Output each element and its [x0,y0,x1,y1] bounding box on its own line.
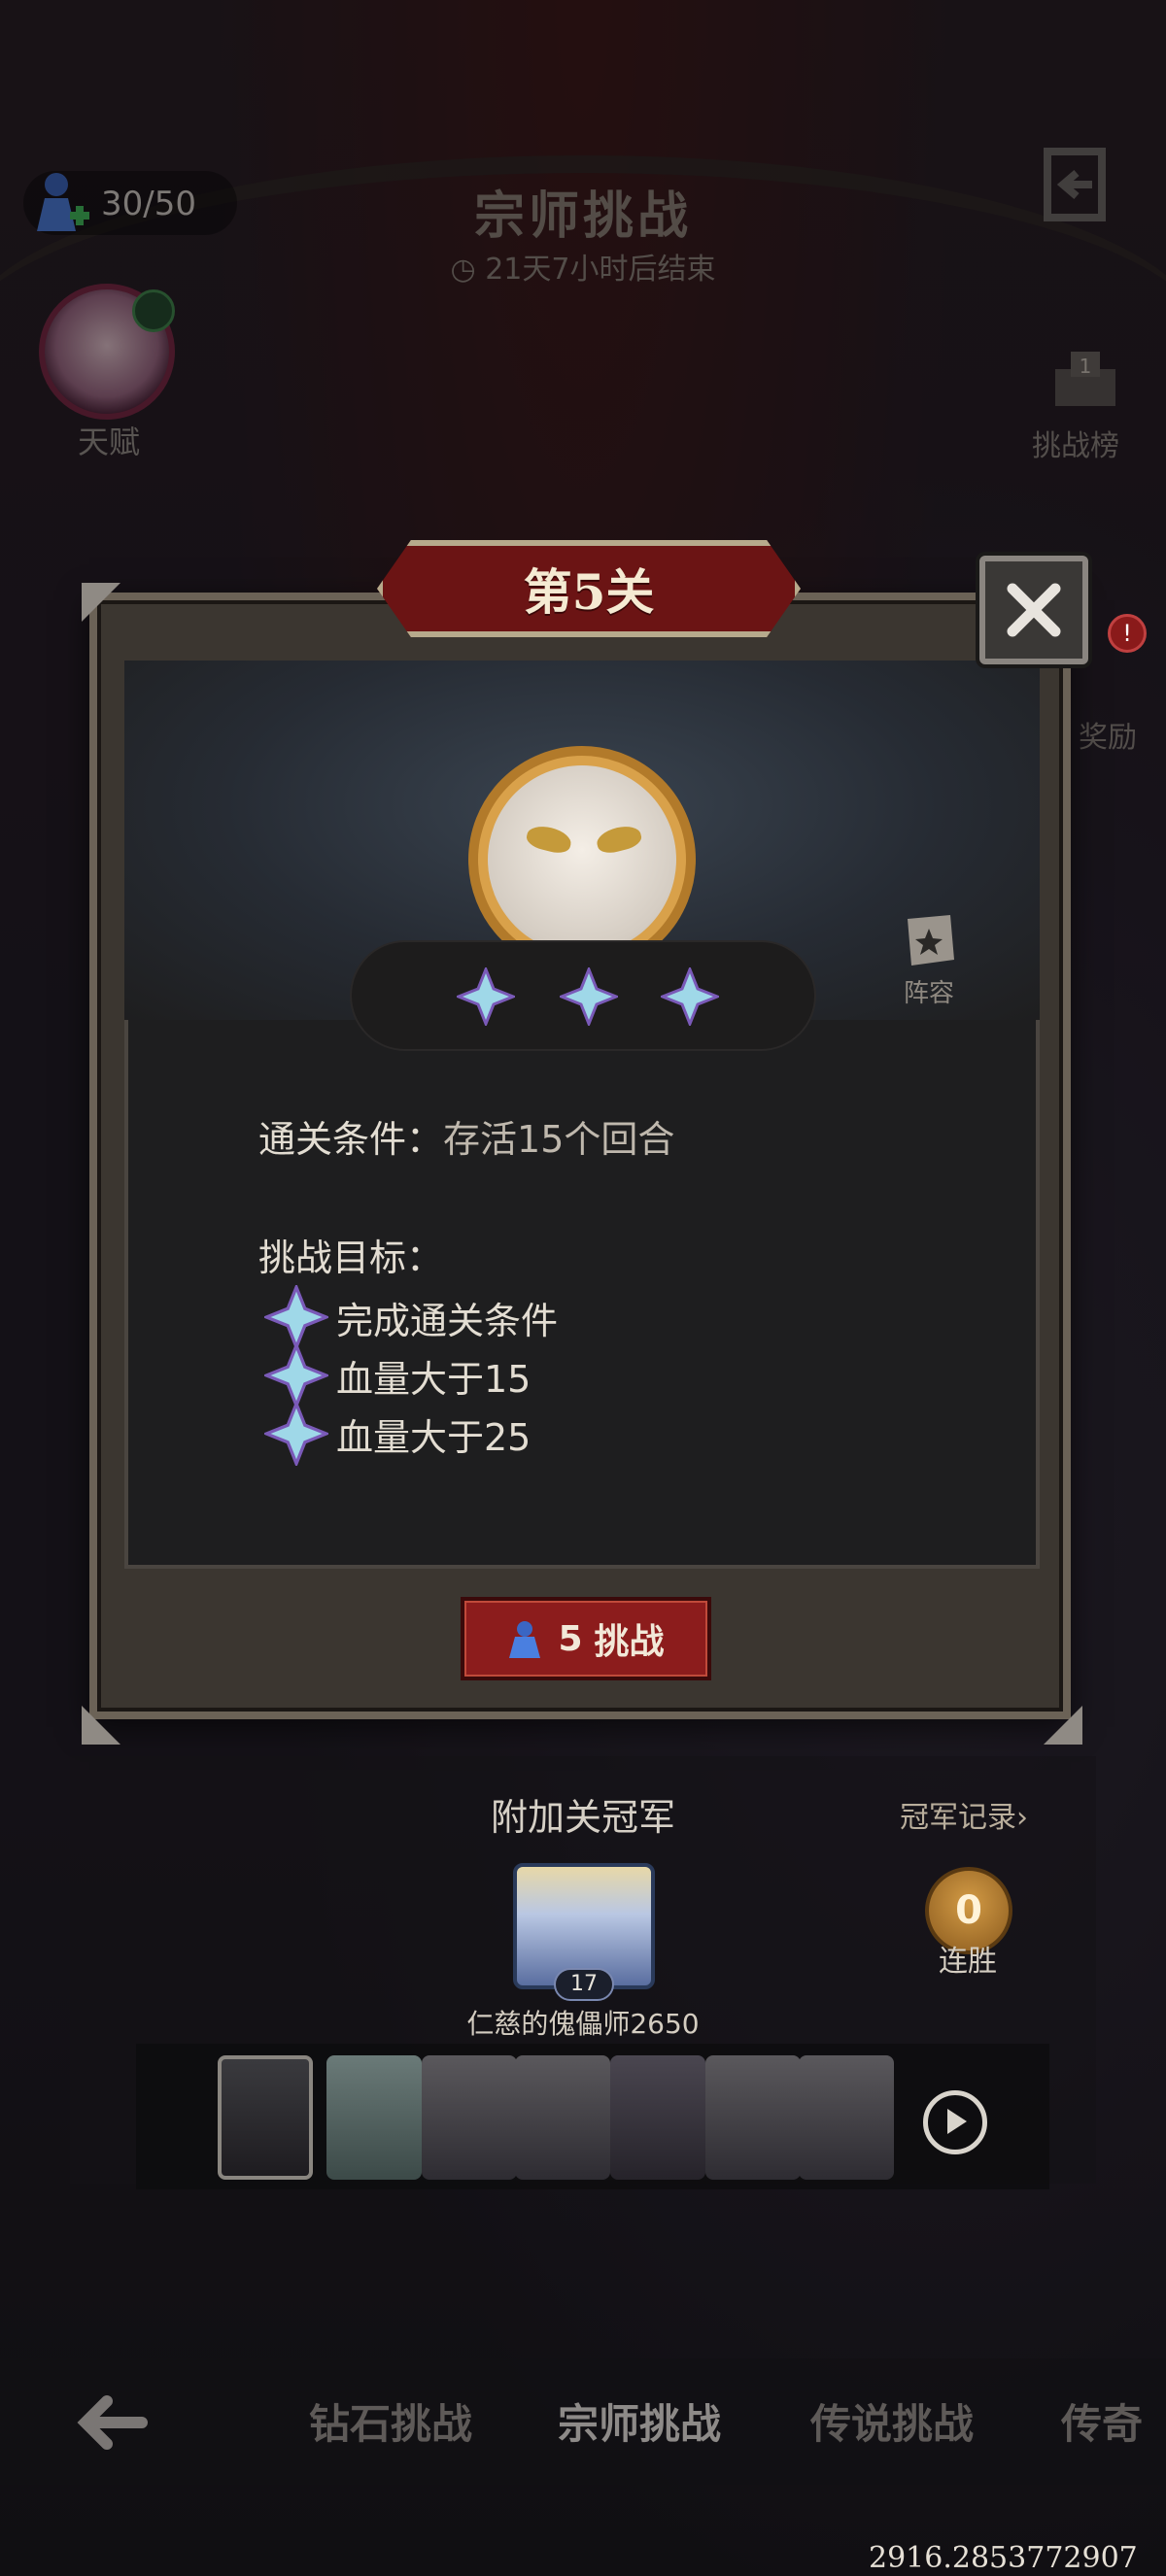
goals-label: 挑战目标： [258,1237,444,1279]
back-arrow-icon[interactable] [74,2391,152,2454]
potion-icon [509,1621,541,1658]
tab-epic-challenge[interactable]: 传奇 [1061,2391,1166,2451]
goal-text: 完成通关条件 [336,1299,559,1342]
book-icon[interactable] [900,915,958,969]
streak-label: 连胜 [939,1945,997,1979]
hero-portrait[interactable] [326,2055,422,2180]
champion-record-link[interactable]: 冠军记录› [900,1793,1028,1836]
hero-portrait[interactable] [422,2055,517,2180]
star-icon [264,1343,328,1407]
boss-portrait[interactable] [488,765,676,954]
stage-title: 第5关 [523,563,655,621]
hero-portrait[interactable] [515,2055,610,2180]
hero-portrait[interactable] [610,2055,705,2180]
challenge-button[interactable]: 5 挑战 [461,1597,711,1680]
goal-item: 血量大于15 [264,1343,532,1407]
goal-item: 完成通关条件 [264,1285,559,1349]
champion-level: 17 [554,1968,614,2001]
stage-banner: 第5关 [377,540,801,637]
goal-item: 血量大于25 [264,1402,532,1466]
hero-portrait[interactable] [218,2055,313,2180]
clear-condition: 通关条件：存活15个回合 [258,1109,674,1163]
star-icon [560,967,618,1026]
star-icon [264,1402,328,1466]
streak-value: 0 [955,1888,982,1933]
goal-text: 血量大于15 [336,1357,532,1401]
tab-legend-challenge[interactable]: 传说挑战 [810,2391,974,2451]
coordinate-readout: 2916.2853772907 [869,2541,1138,2575]
clear-condition-value: 存活15个回合 [443,1118,675,1161]
challenge-cost: 5 [558,1618,583,1659]
replay-icon[interactable] [923,2090,987,2154]
star-icon [457,967,515,1026]
reward-alert-badge: ! [1108,614,1147,653]
hero-portrait[interactable] [799,2055,894,2180]
clear-condition-label: 通关条件： [258,1118,444,1161]
star-icon [264,1285,328,1349]
challenge-label: 挑战 [594,1622,665,1662]
champion-name: 仁慈的傀儡师2650 [466,2008,700,2040]
close-icon [1007,583,1061,637]
goal-text: 血量大于25 [336,1415,532,1459]
lineup-label: 阵容 [904,979,955,1008]
close-button[interactable] [979,556,1088,664]
tab-diamond-challenge[interactable]: 钻石挑战 [309,2391,472,2451]
hero-portrait[interactable] [705,2055,801,2180]
tab-master-challenge[interactable]: 宗师挑战 [558,2391,721,2451]
star-icon [661,967,719,1026]
